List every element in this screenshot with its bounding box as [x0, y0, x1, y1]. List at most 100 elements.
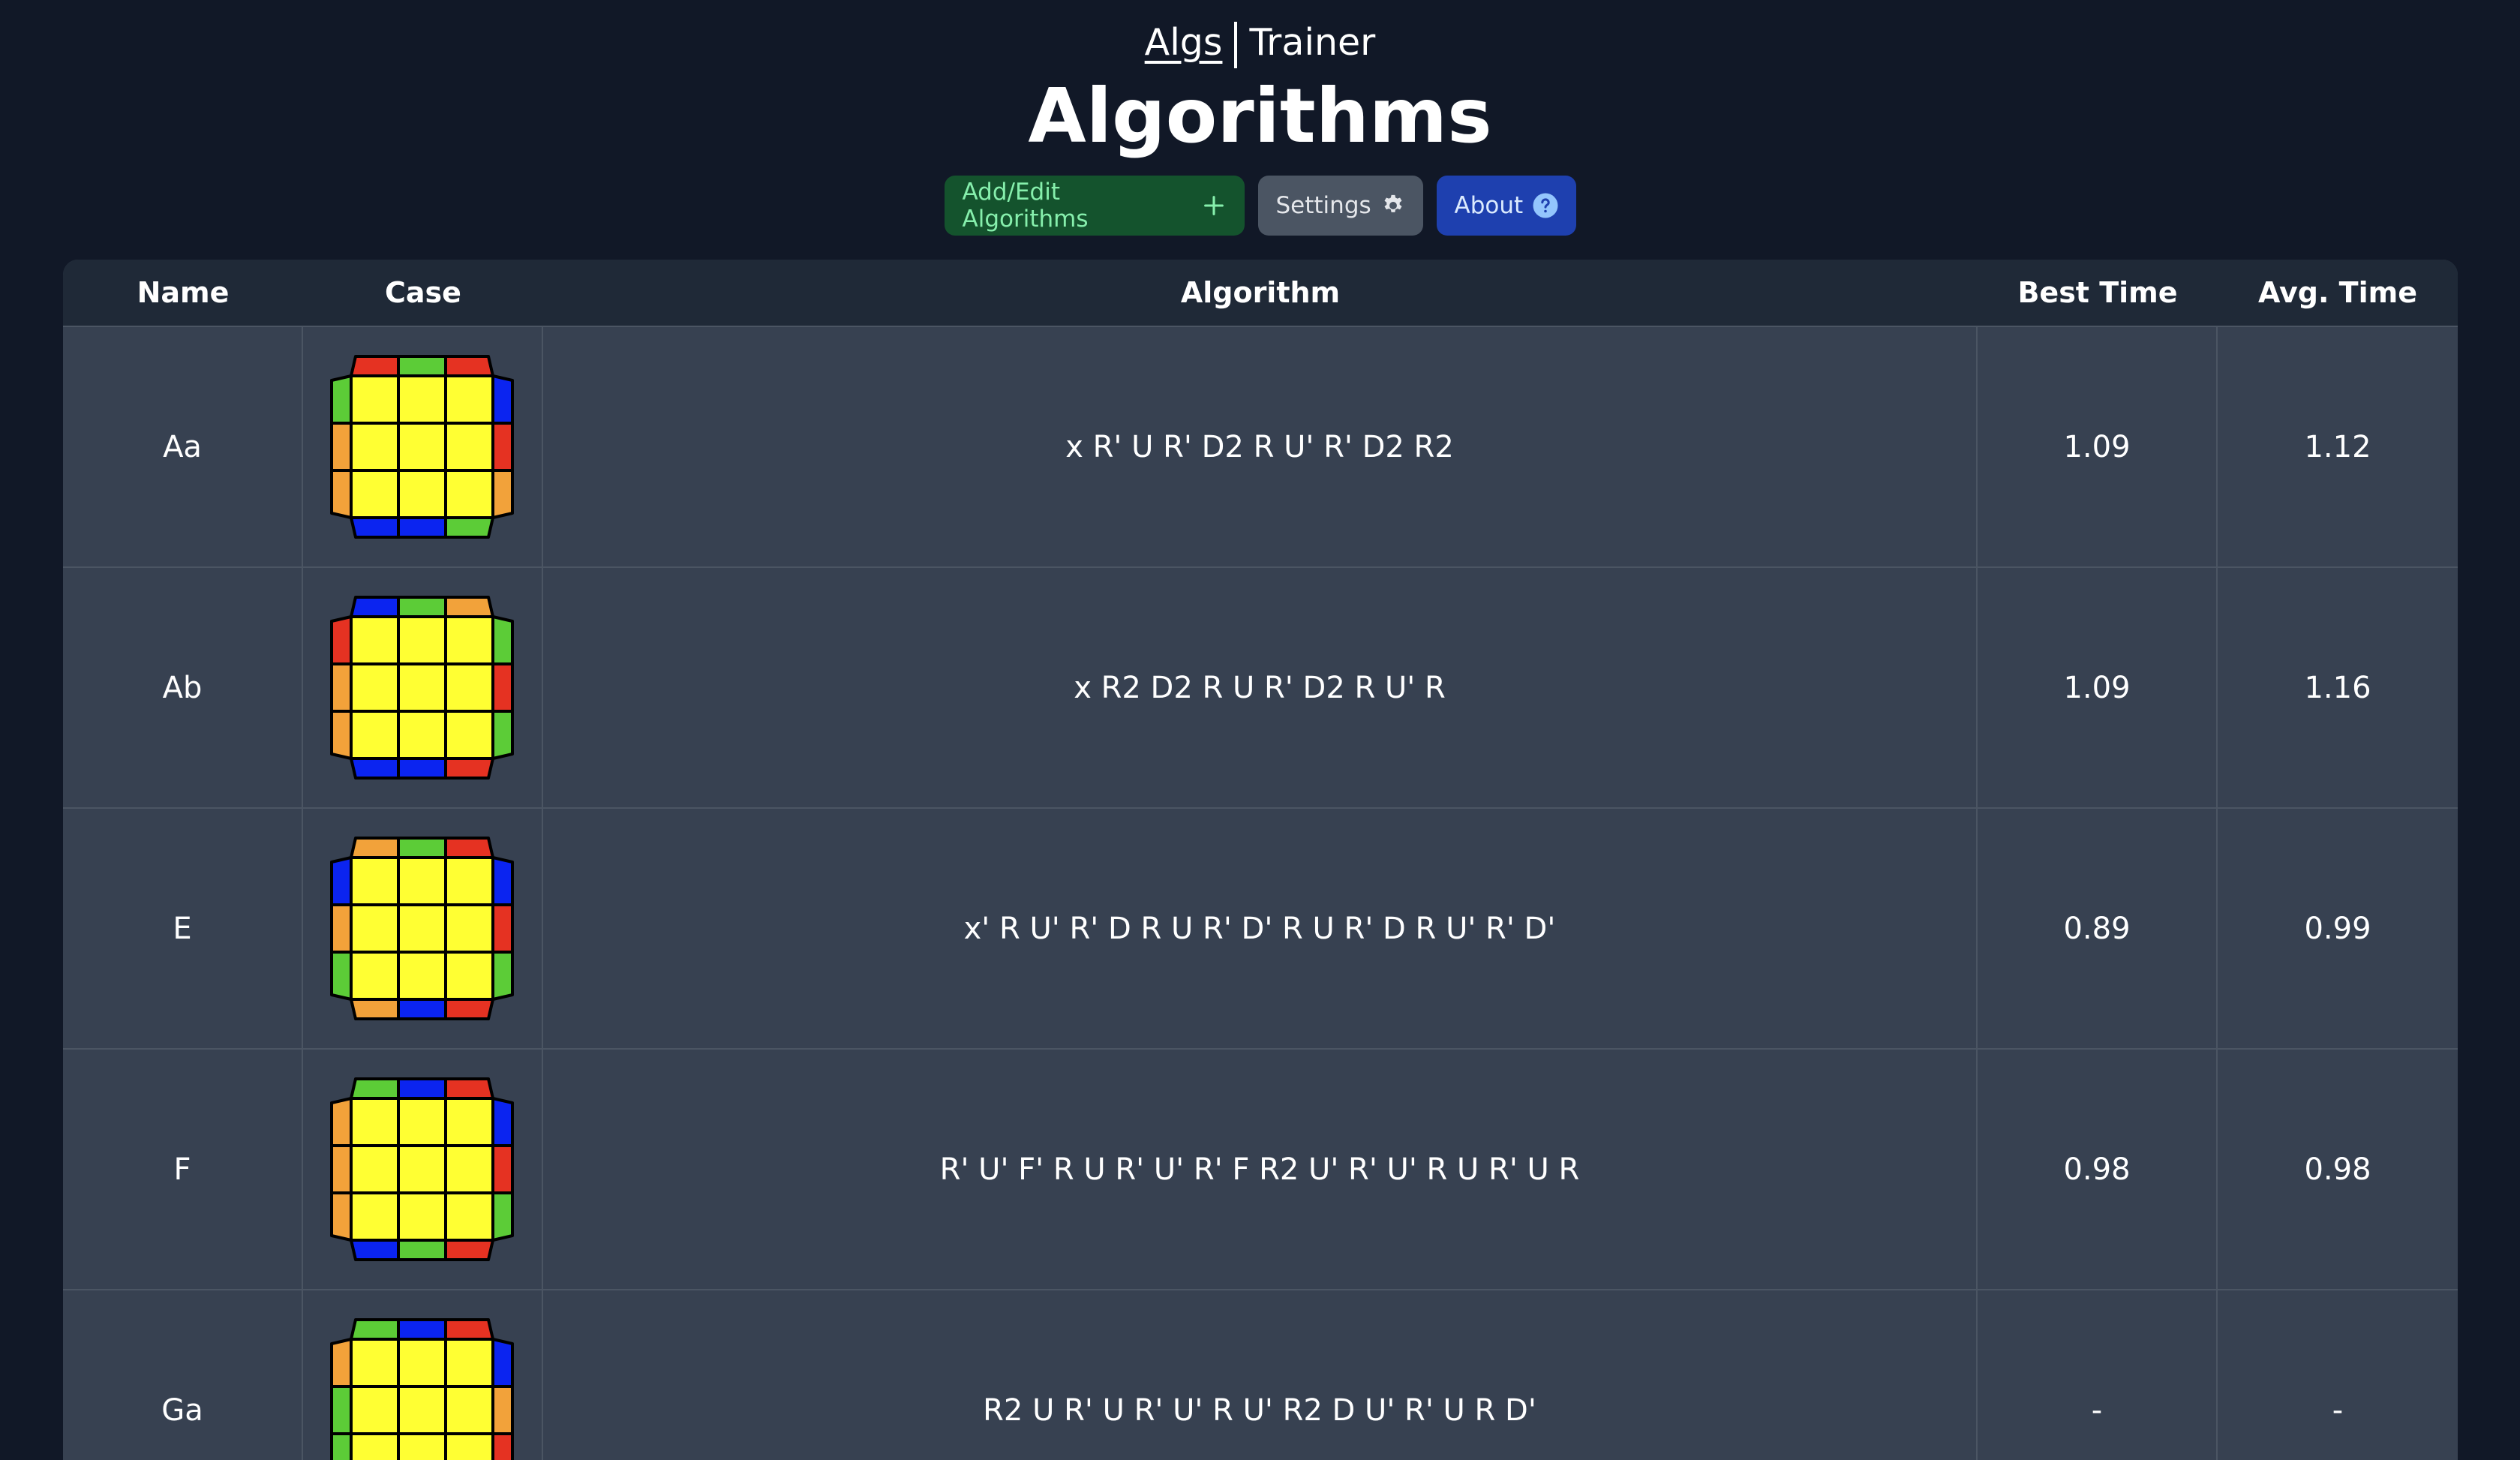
table-row[interactable]: Aax R' U R' D2 R U' R' D2 R21.091.12 — [63, 327, 2458, 568]
table-row[interactable]: Abx R2 D2 R U R' D2 R U' R1.091.16 — [63, 568, 2458, 809]
cube-case-icon — [327, 352, 518, 542]
left-side-sticker — [332, 470, 351, 518]
bottom-side-sticker — [351, 518, 398, 537]
yellow-sticker — [351, 1386, 398, 1434]
algorithm-text[interactable]: x R2 D2 R U R' D2 R U' R — [543, 568, 1978, 807]
right-side-sticker — [493, 1146, 512, 1193]
best-time: - — [1978, 1290, 2218, 1460]
yellow-sticker — [446, 952, 493, 999]
yellow-sticker — [398, 1434, 446, 1460]
algorithm-name: Ab — [63, 568, 303, 807]
yellow-sticker — [446, 711, 493, 759]
yellow-sticker — [398, 1146, 446, 1193]
algorithm-text[interactable]: R2 U R' U R' U' R U' R2 D U' R' U R D' — [543, 1290, 1978, 1460]
cube-case-icon — [327, 1315, 518, 1460]
yellow-sticker — [351, 1339, 398, 1386]
case-cell — [303, 568, 543, 807]
yellow-sticker — [446, 1434, 493, 1460]
top-side-sticker — [446, 838, 493, 858]
top-side-sticker — [398, 356, 446, 376]
best-time: 0.98 — [1978, 1050, 2218, 1289]
right-side-sticker — [493, 711, 512, 759]
settings-button[interactable]: Settings — [1258, 176, 1423, 236]
top-side-sticker — [351, 356, 398, 376]
column-header-avg-time[interactable]: Avg. Time — [2218, 260, 2458, 326]
yellow-sticker — [446, 1386, 493, 1434]
yellow-sticker — [351, 423, 398, 470]
right-side-sticker — [493, 858, 512, 905]
cube-case-icon — [327, 834, 518, 1024]
bottom-side-sticker — [351, 1240, 398, 1260]
table-row[interactable]: GaR2 U R' U R' U' R U' R2 D U' R' U R D'… — [63, 1290, 2458, 1460]
yellow-sticker — [446, 1098, 493, 1146]
left-side-sticker — [332, 905, 351, 952]
about-button[interactable]: About — [1437, 176, 1576, 236]
bottom-side-sticker — [446, 759, 493, 778]
column-header-case[interactable]: Case — [303, 260, 543, 326]
right-side-sticker — [493, 1434, 512, 1460]
right-side-sticker — [493, 1098, 512, 1146]
best-time: 0.89 — [1978, 809, 2218, 1048]
yellow-sticker — [446, 1339, 493, 1386]
yellow-sticker — [446, 858, 493, 905]
right-side-sticker — [493, 376, 512, 423]
avg-time: 0.99 — [2218, 809, 2458, 1048]
case-cell — [303, 327, 543, 566]
add-edit-algorithms-button[interactable]: Add/Edit Algorithms — [945, 176, 1245, 236]
left-side-sticker — [332, 711, 351, 759]
yellow-sticker — [351, 376, 398, 423]
right-side-sticker — [493, 423, 512, 470]
table-body: Aax R' U R' D2 R U' R' D2 R21.091.12Abx … — [63, 327, 2458, 1460]
left-side-sticker — [332, 664, 351, 711]
column-header-name[interactable]: Name — [63, 260, 303, 326]
nav-link-trainer[interactable]: Trainer — [1249, 21, 1375, 64]
avg-time: 1.12 — [2218, 327, 2458, 566]
app-nav: Algs Trainer — [0, 17, 2520, 69]
avg-time: 0.98 — [2218, 1050, 2458, 1289]
yellow-sticker — [351, 952, 398, 999]
top-side-sticker — [398, 1079, 446, 1098]
yellow-sticker — [398, 711, 446, 759]
top-side-sticker — [398, 597, 446, 617]
settings-label: Settings — [1276, 192, 1371, 219]
table-row[interactable]: Ex' R U' R' D R U R' D' R U R' D R U' R'… — [63, 809, 2458, 1050]
bottom-side-sticker — [446, 1240, 493, 1260]
top-side-sticker — [398, 1320, 446, 1339]
yellow-sticker — [398, 858, 446, 905]
bottom-side-sticker — [446, 518, 493, 537]
right-side-sticker — [493, 952, 512, 999]
top-side-sticker — [398, 838, 446, 858]
table-row[interactable]: FR' U' F' R U R' U' R' F R2 U' R' U' R U… — [63, 1050, 2458, 1290]
left-side-sticker — [332, 1339, 351, 1386]
column-header-best-time[interactable]: Best Time — [1978, 260, 2218, 326]
right-side-sticker — [493, 1193, 512, 1240]
left-side-sticker — [332, 617, 351, 664]
top-side-sticker — [446, 1320, 493, 1339]
algorithm-text[interactable]: x R' U R' D2 R U' R' D2 R2 — [543, 327, 1978, 566]
yellow-sticker — [398, 617, 446, 664]
algorithm-text[interactable]: R' U' F' R U R' U' R' F R2 U' R' U' R U … — [543, 1050, 1978, 1289]
bottom-side-sticker — [351, 999, 398, 1019]
nav-separator — [1234, 22, 1237, 68]
algorithm-text[interactable]: x' R U' R' D R U R' D' R U R' D R U' R' … — [543, 809, 1978, 1048]
left-side-sticker — [332, 423, 351, 470]
nav-link-algs[interactable]: Algs — [1145, 21, 1223, 64]
yellow-sticker — [446, 664, 493, 711]
plus-icon — [1201, 193, 1227, 218]
yellow-sticker — [398, 1339, 446, 1386]
left-side-sticker — [332, 1434, 351, 1460]
top-side-sticker — [351, 1079, 398, 1098]
yellow-sticker — [351, 664, 398, 711]
avg-time: - — [2218, 1290, 2458, 1460]
bottom-side-sticker — [398, 518, 446, 537]
algorithm-name: Aa — [63, 327, 303, 566]
yellow-sticker — [446, 423, 493, 470]
yellow-sticker — [351, 470, 398, 518]
left-side-sticker — [332, 952, 351, 999]
bottom-side-sticker — [446, 999, 493, 1019]
bottom-side-sticker — [398, 1240, 446, 1260]
right-side-sticker — [493, 1386, 512, 1434]
about-label: About — [1455, 192, 1524, 219]
column-header-algorithm[interactable]: Algorithm — [543, 260, 1978, 326]
case-cell — [303, 1290, 543, 1460]
